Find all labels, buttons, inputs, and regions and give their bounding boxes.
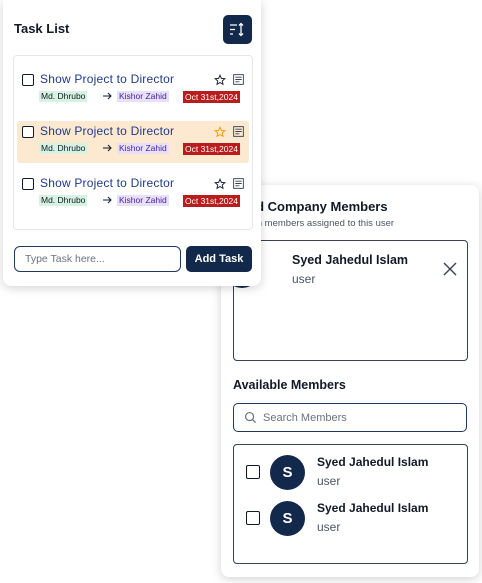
search-members-input[interactable] <box>263 411 453 424</box>
task-title: Show Project to Director <box>40 124 175 138</box>
list-item[interactable]: S Syed Jahedul Islam user <box>234 453 467 493</box>
task-item[interactable]: Show Project to Director Md. Dhrubo Kish… <box>17 173 249 215</box>
arrow-right-icon <box>103 144 112 152</box>
task-item[interactable]: Show Project to Director Md. Dhrubo Kish… <box>17 121 249 163</box>
assigned-to-badge: Kishor Zahid <box>117 143 169 154</box>
member-checkbox[interactable] <box>246 465 260 479</box>
member-name: Syed Jahedul Islam <box>292 253 409 267</box>
assigned-to-badge: Kishor Zahid <box>117 195 169 206</box>
member-role: user <box>292 272 316 286</box>
star-icon[interactable] <box>214 74 226 86</box>
arrow-right-icon <box>103 92 112 100</box>
task-list-title: Task List <box>14 21 70 36</box>
note-icon[interactable] <box>233 74 244 85</box>
note-icon[interactable] <box>233 126 244 137</box>
assigned-members-box: S Syed Jahedul Islam user <box>224 240 468 361</box>
list-item[interactable]: S Syed Jahedul Islam user <box>234 499 467 539</box>
search-box <box>233 403 467 432</box>
sort-icon <box>230 22 244 37</box>
task-title: Show Project to Director <box>40 72 175 86</box>
member-name: Syed Jahedul Islam <box>317 501 429 515</box>
available-members-title: Available Members <box>233 378 346 392</box>
close-icon[interactable] <box>442 261 458 277</box>
star-icon[interactable] <box>214 126 226 138</box>
due-date-badge: Oct 31st,2024 <box>183 143 240 155</box>
task-title: Show Project to Director <box>40 176 175 190</box>
note-icon[interactable] <box>233 178 244 189</box>
available-members-list: S Syed Jahedul Islam user S Syed Jahedul… <box>233 444 468 564</box>
avatar: S <box>270 501 305 536</box>
task-checkbox[interactable] <box>22 126 34 138</box>
task-checkbox[interactable] <box>22 178 34 190</box>
task-list-panel: Task List Show Project to Director Md. D… <box>3 0 261 286</box>
assigned-from-badge: Md. Dhrubo <box>39 143 88 154</box>
due-date-badge: Oct 31st,2024 <box>183 195 240 207</box>
sort-button[interactable] <box>223 15 252 44</box>
new-task-input[interactable] <box>14 246 181 272</box>
member-role: user <box>317 520 341 534</box>
search-icon <box>244 411 257 424</box>
assigned-from-badge: Md. Dhrubo <box>39 91 88 102</box>
task-list: Show Project to Director Md. Dhrubo Kish… <box>13 55 253 230</box>
assigned-from-badge: Md. Dhrubo <box>39 195 88 206</box>
member-role: user <box>317 474 341 488</box>
task-item[interactable]: Show Project to Director Md. Dhrubo Kish… <box>17 69 249 111</box>
task-checkbox[interactable] <box>22 74 34 86</box>
member-checkbox[interactable] <box>246 511 260 525</box>
assigned-to-badge: Kishor Zahid <box>117 91 169 102</box>
avatar: S <box>270 455 305 490</box>
due-date-badge: Oct 31st,2024 <box>183 91 240 103</box>
member-name: Syed Jahedul Islam <box>317 455 429 469</box>
star-icon[interactable] <box>214 178 226 190</box>
arrow-right-icon <box>103 196 112 204</box>
add-task-button[interactable]: Add Task <box>186 246 252 272</box>
